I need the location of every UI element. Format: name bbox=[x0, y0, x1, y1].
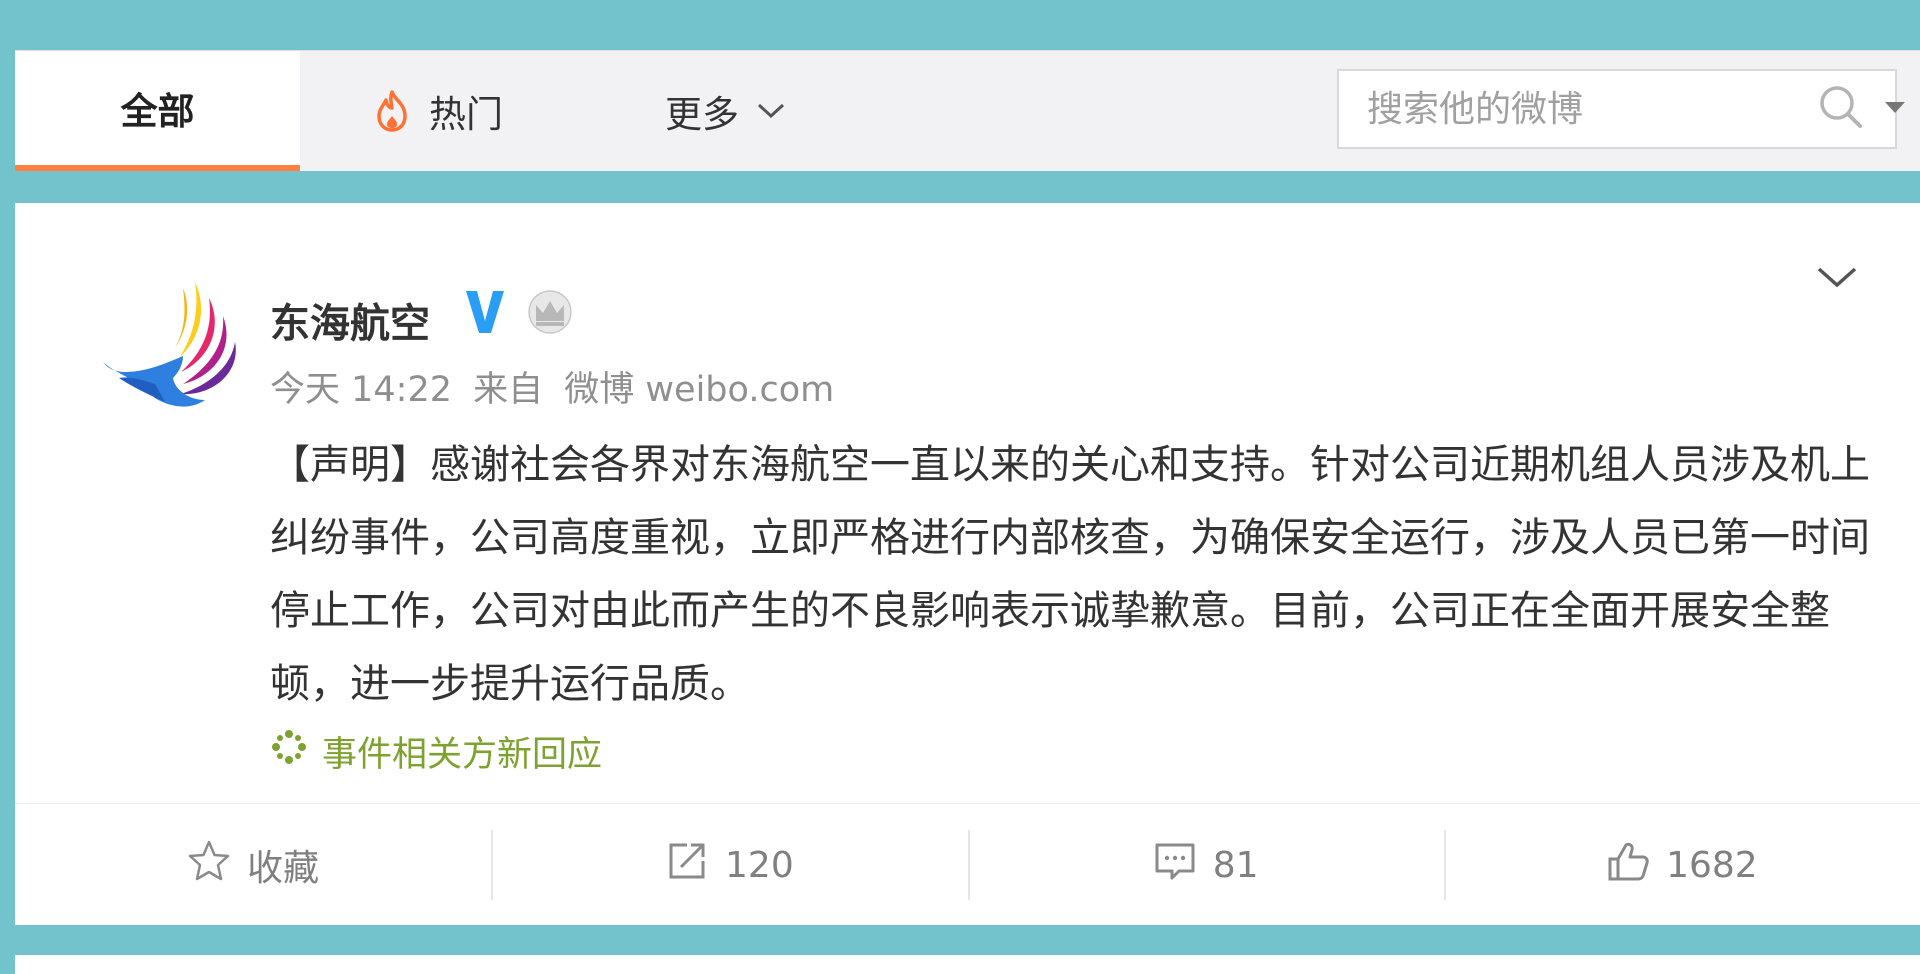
comment-icon bbox=[1153, 839, 1213, 892]
post-content: 【声明】感谢社会各界对东海航空一直以来的关心和支持。针对公司近期机组人员涉及机上… bbox=[270, 442, 1870, 707]
profile-search-box bbox=[1337, 69, 1905, 149]
chevron-down-icon bbox=[739, 102, 785, 120]
comment-count: 81 bbox=[1212, 844, 1259, 886]
repost-count: 120 bbox=[725, 844, 794, 886]
tab-hot[interactable]: 热门 bbox=[375, 51, 503, 171]
star-icon bbox=[187, 839, 247, 892]
tab-more-dropdown[interactable]: 更多 bbox=[665, 51, 785, 171]
chevron-down-icon[interactable] bbox=[1815, 263, 1859, 295]
repost-icon bbox=[665, 839, 725, 892]
post-source[interactable]: 微博 weibo.com bbox=[564, 370, 834, 410]
repost-button[interactable]: 120 bbox=[491, 804, 967, 926]
tab-hot-label: 热门 bbox=[429, 93, 503, 136]
related-link-label: 事件相关方新回应 bbox=[322, 735, 603, 775]
verified-icon[interactable] bbox=[463, 287, 507, 341]
post-time[interactable]: 今天 14:22 bbox=[270, 370, 452, 410]
tab-all-label: 全部 bbox=[120, 90, 195, 133]
weibo-post-card: 东海航空 今天 14:22 来自 微博 weibo.com 【声明】感谢社会各界… bbox=[15, 203, 1920, 925]
avatar[interactable] bbox=[95, 268, 255, 428]
related-link[interactable]: 事件相关方新回应 bbox=[270, 726, 602, 777]
tab-more-label: 更多 bbox=[665, 93, 739, 136]
like-icon bbox=[1606, 839, 1666, 892]
like-button[interactable]: 1682 bbox=[1443, 804, 1920, 926]
search-icon[interactable] bbox=[1817, 83, 1865, 135]
crown-icon[interactable] bbox=[527, 289, 573, 339]
author-name[interactable]: 东海航空 bbox=[270, 291, 430, 349]
sparkle-icon bbox=[270, 728, 322, 775]
post-meta: 今天 14:22 来自 微博 weibo.com bbox=[270, 361, 844, 412]
fire-icon bbox=[375, 90, 429, 132]
search-input[interactable] bbox=[1339, 87, 1817, 131]
action-divider bbox=[491, 830, 494, 900]
like-count: 1682 bbox=[1666, 844, 1758, 886]
caret-down-icon[interactable] bbox=[1883, 99, 1907, 119]
profile-tab-bar: 全部 热门 更多 bbox=[15, 50, 1920, 171]
favorite-button[interactable]: 收藏 bbox=[15, 804, 491, 926]
post-action-bar: 收藏 120 81 1682 bbox=[15, 803, 1920, 926]
tab-all[interactable]: 全部 bbox=[15, 51, 300, 171]
next-post-card-edge bbox=[15, 955, 1920, 974]
favorite-label: 收藏 bbox=[247, 848, 320, 889]
action-divider bbox=[1443, 830, 1446, 900]
source-prefix: 来自 bbox=[473, 370, 544, 410]
action-divider bbox=[967, 830, 970, 900]
comment-button[interactable]: 81 bbox=[967, 804, 1444, 926]
